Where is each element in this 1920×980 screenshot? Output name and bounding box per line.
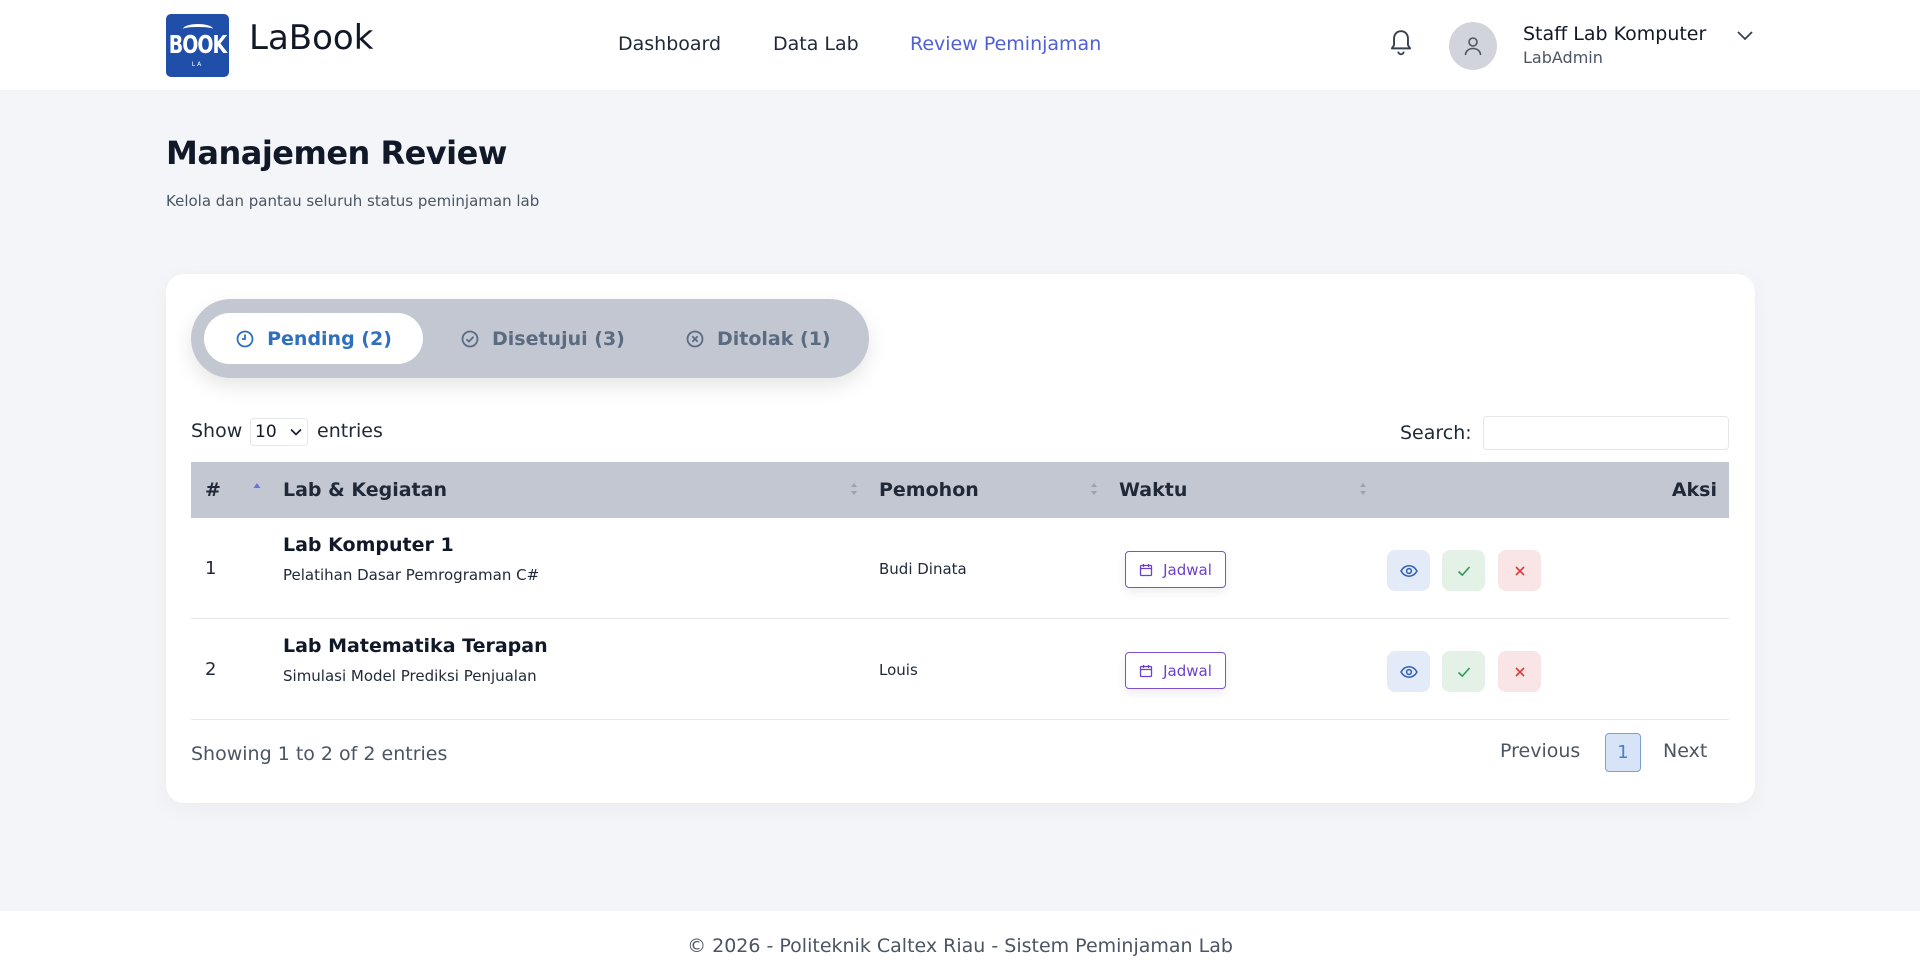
user-name[interactable]: Staff Lab Komputer: [1523, 23, 1706, 45]
row-kegiatan: Pelatihan Dasar Pemrograman C#: [283, 566, 540, 584]
review-card: Pending (2) Disetujui (3) Ditolak (1) Sh…: [166, 274, 1755, 803]
search-input[interactable]: [1483, 416, 1729, 450]
logo-text: BOOK: [168, 30, 228, 59]
nav-dashboard[interactable]: Dashboard: [618, 33, 721, 55]
calendar-icon: [1139, 563, 1153, 576]
search-label: Search:: [1400, 422, 1472, 444]
page-title: Manajemen Review: [166, 134, 507, 172]
table-header: # Lab & Kegiatan Pemohon Waktu Aksi: [191, 462, 1729, 518]
tab-ditolak[interactable]: Ditolak (1): [685, 313, 831, 364]
jadwal-button[interactable]: Jadwal: [1125, 551, 1226, 588]
jadwal-label: Jadwal: [1163, 661, 1212, 680]
table-info: Showing 1 to 2 of 2 entries: [191, 743, 448, 765]
row-lab-name: Lab Komputer 1: [283, 534, 454, 556]
page-subtitle: Kelola dan pantau seluruh status peminja…: [166, 192, 540, 210]
reject-button[interactable]: [1498, 651, 1541, 692]
entries-select[interactable]: 10: [250, 418, 308, 446]
eye-icon: [1399, 564, 1418, 577]
page-1-button[interactable]: 1: [1605, 733, 1641, 772]
tab-disetujui[interactable]: Disetujui (3): [460, 313, 625, 364]
row-number: 1: [205, 558, 217, 579]
sort-icon[interactable]: [1090, 481, 1098, 497]
brand-name[interactable]: LaBook: [249, 18, 373, 58]
tab-pending-label: Pending (2): [267, 327, 392, 350]
entries-label: entries: [317, 420, 383, 442]
row-kegiatan: Simulasi Model Prediksi Penjualan: [283, 667, 537, 685]
sort-icon[interactable]: [1359, 481, 1367, 497]
check-circle-icon: [461, 330, 479, 347]
approve-button[interactable]: [1442, 651, 1485, 692]
row-number: 2: [205, 659, 217, 680]
previous-page-button[interactable]: Previous: [1500, 740, 1580, 762]
show-label: Show: [191, 420, 243, 442]
nav-review-peminjaman[interactable]: Review Peminjaman: [910, 33, 1101, 55]
labook-logo[interactable]: BOOK LA: [166, 14, 229, 77]
bell-icon[interactable]: [1388, 28, 1414, 58]
table-row: 2 Lab Matematika Terapan Simulasi Model …: [191, 619, 1729, 720]
tab-disetujui-label: Disetujui (3): [492, 327, 625, 350]
entries-select-value: 10: [255, 422, 277, 442]
user-icon: [1464, 37, 1482, 56]
col-aksi: Aksi: [1671, 479, 1717, 501]
close-icon: [1514, 666, 1525, 677]
check-icon: [1457, 666, 1470, 677]
sort-asc-icon[interactable]: [253, 481, 261, 497]
table-row: 1 Lab Komputer 1 Pelatihan Dasar Pemrogr…: [191, 518, 1729, 619]
tab-ditolak-label: Ditolak (1): [717, 327, 831, 350]
footer-text: © 2026 - Politeknik Caltex Riau - Sistem…: [687, 935, 1233, 957]
jadwal-label: Jadwal: [1163, 560, 1212, 579]
logo-subtext: LA: [191, 60, 204, 68]
col-pemohon[interactable]: Pemohon: [879, 479, 979, 501]
top-navbar: BOOK LA LaBook Dashboard Data Lab Review…: [0, 0, 1920, 90]
col-lab-kegiatan[interactable]: Lab & Kegiatan: [283, 479, 447, 501]
reject-button[interactable]: [1498, 550, 1541, 591]
avatar[interactable]: [1449, 22, 1497, 70]
col-number[interactable]: #: [205, 479, 221, 501]
view-button[interactable]: [1387, 651, 1430, 692]
user-role: LabAdmin: [1523, 48, 1603, 67]
footer: © 2026 - Politeknik Caltex Riau - Sistem…: [0, 911, 1920, 980]
close-icon: [1514, 565, 1525, 576]
col-waktu[interactable]: Waktu: [1119, 479, 1187, 501]
jadwal-button[interactable]: Jadwal: [1125, 652, 1226, 689]
sort-icon[interactable]: [850, 481, 858, 497]
eye-icon: [1399, 665, 1418, 678]
tab-pending[interactable]: Pending (2): [204, 313, 423, 364]
nav-data-lab[interactable]: Data Lab: [773, 33, 859, 55]
check-icon: [1457, 565, 1470, 576]
x-circle-icon: [686, 330, 704, 347]
clock-icon: [236, 330, 254, 347]
view-button[interactable]: [1387, 550, 1430, 591]
chevron-down-icon[interactable]: [1735, 28, 1755, 42]
calendar-icon: [1139, 664, 1153, 677]
row-pemohon: Louis: [879, 661, 918, 679]
row-lab-name: Lab Matematika Terapan: [283, 635, 548, 657]
row-pemohon: Budi Dinata: [879, 560, 967, 578]
chevron-down-icon: [290, 428, 302, 436]
next-page-button[interactable]: Next: [1663, 740, 1707, 762]
approve-button[interactable]: [1442, 550, 1485, 591]
status-tabs: Pending (2) Disetujui (3) Ditolak (1): [191, 299, 869, 378]
